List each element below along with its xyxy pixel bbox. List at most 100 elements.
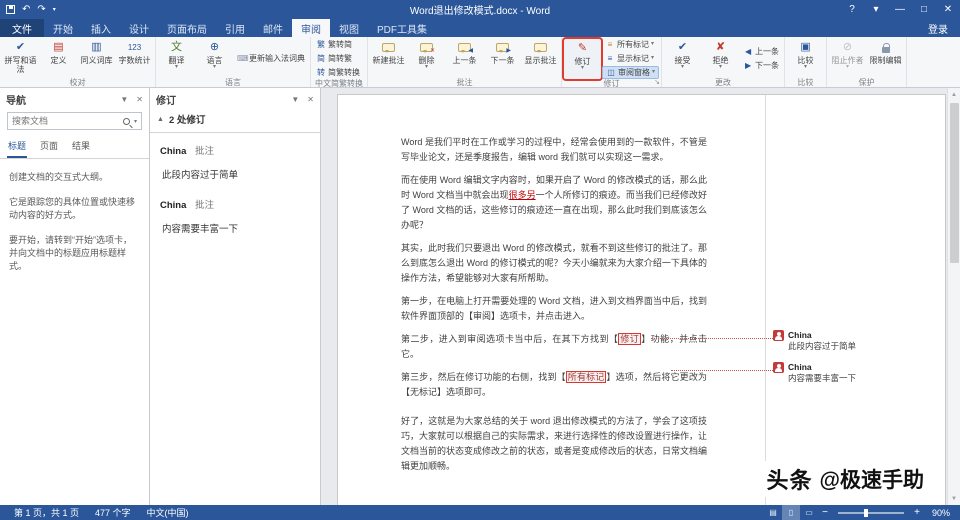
revision-text: 内容需要丰富一下 [162, 221, 310, 235]
document-page[interactable]: Word 是我们平时在工作或学习的过程中，经常会使用到的一款软件，不管是写毕业论… [337, 94, 946, 505]
page-indicator[interactable]: 第 1 页，共 1 页 [6, 505, 87, 520]
language-button[interactable]: ⊕ 语言 ▾ [196, 38, 233, 78]
next-comment-button[interactable]: ▶ 下一条 [484, 38, 521, 78]
search-input[interactable] [12, 116, 123, 126]
previous-change-button[interactable]: ◀ 上一条 [740, 45, 782, 58]
paragraph[interactable]: Word 是我们平时在工作或学习的过程中，经常会使用到的一款软件，不管是写毕业论… [401, 135, 707, 165]
redo-button[interactable]: ↷ [37, 5, 45, 15]
block-authors-button[interactable]: ⊘ 阻止作者 ▾ [829, 38, 866, 78]
block-authors-icon: ⊘ [843, 40, 852, 55]
tab-references[interactable]: 引用 [216, 19, 254, 37]
zoom-slider-thumb[interactable] [864, 509, 868, 517]
scroll-down-icon[interactable]: ▼ [948, 492, 960, 505]
undo-button[interactable]: ↶ [22, 5, 30, 15]
reviewing-pane-icon: ◫ [606, 68, 616, 77]
spelling-grammar-button[interactable]: ✔ 拼写和语法 [2, 38, 39, 78]
document-area: Word 是我们平时在工作或学习的过程中，经常会使用到的一款软件，不管是写毕业论… [321, 88, 960, 505]
navigation-pane-menu-icon[interactable]: ▼ [120, 95, 128, 104]
zoom-slider[interactable] [838, 512, 904, 514]
reject-button[interactable]: ✘ 拒绝 ▾ [702, 38, 739, 78]
reviewing-pane-dropdown[interactable]: ◫ 审阅窗格 ▾ [602, 66, 659, 79]
word-count-button[interactable]: 123 字数统计 [116, 38, 153, 78]
define-button[interactable]: ▤ 定义 [40, 38, 77, 78]
help-button[interactable]: ? [840, 0, 864, 19]
delete-comment-button[interactable]: ✕ 删除 ▾ [408, 38, 445, 78]
document-text[interactable]: Word 是我们平时在工作或学习的过程中，经常会使用到的一款软件，不管是写毕业论… [401, 135, 707, 482]
navigation-pane-close-icon[interactable]: ✕ [136, 95, 143, 104]
nav-tab-results[interactable]: 结果 [71, 136, 91, 158]
search-icon[interactable] [123, 118, 130, 125]
paragraph[interactable]: 第一步，在电脑上打开需要处理的 Word 文档，进入到文档界面当中后，找到软件界… [401, 294, 707, 324]
revisions-pane-close-icon[interactable]: ✕ [307, 95, 314, 104]
revisions-summary[interactable]: ▲ 2 处修订 [150, 110, 320, 133]
tab-design[interactable]: 设计 [120, 19, 158, 37]
print-layout-button[interactable]: ▯ [782, 505, 800, 520]
tab-view[interactable]: 视图 [330, 19, 368, 37]
margin-comment[interactable]: China 内容需要丰富一下 [773, 362, 869, 383]
document-search-box[interactable]: ▾ [7, 112, 142, 130]
translate-button[interactable]: 文 翻译 ▾ [158, 38, 195, 78]
all-markup-dropdown[interactable]: ≡ 所有标记 ▾ [602, 38, 659, 51]
tab-mailings[interactable]: 邮件 [254, 19, 292, 37]
tab-layout[interactable]: 页面布局 [158, 19, 216, 37]
minimize-button[interactable]: — [888, 0, 912, 19]
tab-file[interactable]: 文件 [0, 19, 44, 37]
group-label-protect: 保护 [829, 78, 904, 88]
tracking-dialog-launcher[interactable]: ↘ [654, 79, 660, 87]
track-changes-button[interactable]: ✎ 修订 ▾ [564, 39, 601, 79]
accept-button[interactable]: ✔ 接受 ▾ [664, 38, 701, 78]
show-markup-dropdown[interactable]: ≡ 显示标记 ▾ [602, 52, 659, 65]
traditional-to-simplified-button[interactable]: 繁 繁转简 [313, 38, 363, 51]
ribbon-group-tracking: ✎ 修订 ▾ ≡ 所有标记 ▾ ≡ 显示标记 ▾ [562, 37, 662, 87]
convert-button[interactable]: 转 简繁转换 [313, 66, 363, 79]
revision-entry[interactable]: China 批注 此段内容过于简单 [150, 133, 320, 181]
margin-comment[interactable]: China 此段内容过于简单 [773, 330, 869, 351]
previous-comment-button[interactable]: ◀ 上一条 [446, 38, 483, 78]
new-comment-button[interactable]: 新建批注 [370, 38, 407, 78]
save-icon[interactable] [6, 5, 15, 14]
close-button[interactable]: ✕ [936, 0, 960, 19]
tab-pdf-tools[interactable]: PDF工具集 [368, 19, 436, 37]
simplified-to-traditional-button[interactable]: 简 简转繁 [313, 52, 363, 65]
language-indicator[interactable]: 中文(中国) [139, 505, 197, 520]
tab-review[interactable]: 审阅 [292, 19, 330, 37]
next-change-icon: ▶ [743, 61, 753, 70]
search-options-arrow-icon[interactable]: ▾ [134, 118, 137, 125]
maximize-button[interactable]: □ [912, 0, 936, 19]
paragraph[interactable]: 第二步，进入到审阅选项卡当中后，在其下方找到【修订】功能，并点击它。 [401, 332, 707, 362]
update-ime-dictionary-button[interactable]: ⌨ 更新输入法词典 [234, 52, 308, 65]
zoom-out-button[interactable]: − [818, 507, 832, 518]
zoom-level[interactable]: 90% [924, 508, 954, 518]
next-comment-icon: ▶ [496, 43, 509, 52]
scroll-up-icon[interactable]: ▲ [948, 88, 960, 101]
tab-home[interactable]: 开始 [44, 19, 82, 37]
compare-button[interactable]: ▣ 比较 ▾ [787, 38, 824, 78]
next-change-button[interactable]: ▶ 下一条 [740, 59, 782, 72]
zoom-in-button[interactable]: + [910, 507, 924, 518]
revisions-pane-menu-icon[interactable]: ▼ [291, 95, 299, 104]
nav-hint-line: 要开始，请转到“开始”选项卡，并向文档中的标题应用标题样式。 [9, 234, 140, 273]
paragraph[interactable]: 而在使用 Word 编辑文字内容时，如果开启了 Word 的修改模式的话，那么此… [401, 173, 707, 233]
show-comments-button[interactable]: 显示批注 [522, 38, 559, 78]
restrict-editing-button[interactable]: 限制编辑 [867, 38, 904, 78]
scrollbar-thumb[interactable] [950, 103, 959, 263]
thesaurus-button[interactable]: ▥ 同义词库 [78, 38, 115, 78]
delete-comment-icon: ✕ [420, 43, 433, 52]
paragraph[interactable]: 其实，此时我们只要退出 Word 的修改模式，就看不到这些修订的批注了。那么到底… [401, 241, 707, 286]
vertical-scrollbar[interactable]: ▲ ▼ [947, 88, 960, 505]
read-mode-button[interactable]: ▤ [764, 505, 782, 520]
ribbon-options-button[interactable]: ▾ [864, 0, 888, 19]
sign-in-button[interactable]: 登录 [916, 19, 960, 37]
qat-customize-button[interactable]: ▾ [53, 5, 56, 15]
nav-tab-pages[interactable]: 页面 [39, 136, 59, 158]
paragraph[interactable]: 第三步，然后在修订功能的右侧，找到【所有标记】选项，然后将它更改为【无标记】选项… [401, 370, 707, 400]
tab-insert[interactable]: 插入 [82, 19, 120, 37]
word-count-indicator[interactable]: 477 个字 [87, 505, 139, 520]
comment-author-icon [773, 362, 784, 373]
convert-icon: 转 [316, 67, 326, 78]
paragraph[interactable]: 好了，这就是为大家总结的关于 word 退出修改模式的方法了，学会了这项技巧，大… [401, 414, 707, 474]
web-layout-button[interactable]: ▭ [800, 505, 818, 520]
revision-entry[interactable]: China 批注 内容需要丰富一下 [150, 187, 320, 235]
nav-tab-headings[interactable]: 标题 [7, 136, 27, 158]
revisions-pane-title: 修订 [156, 92, 176, 107]
